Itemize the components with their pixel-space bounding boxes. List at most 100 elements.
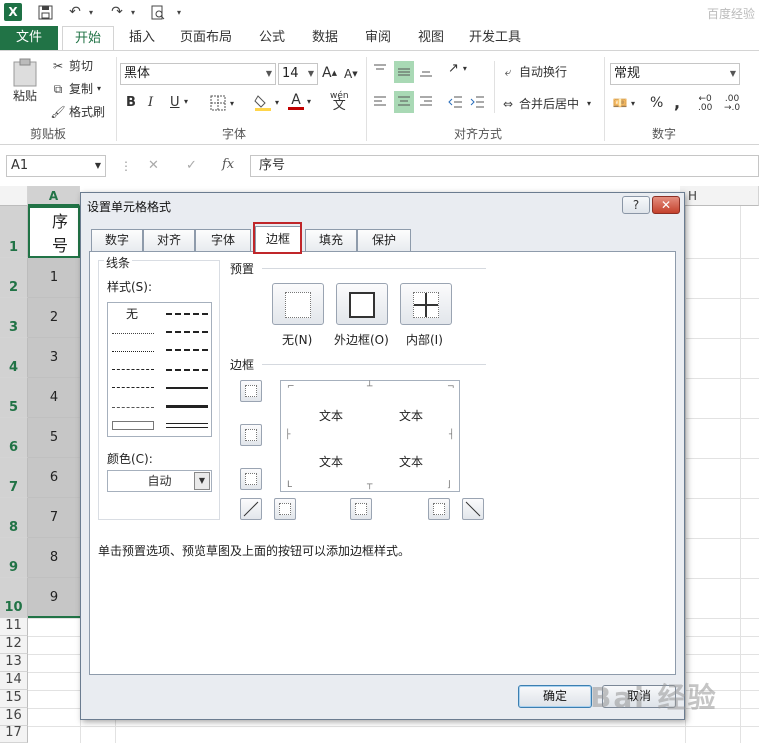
align-top-button[interactable] bbox=[372, 61, 390, 79]
cell-a1[interactable]: 序号 bbox=[28, 206, 80, 258]
underline-button[interactable]: U bbox=[170, 95, 180, 110]
row-header[interactable]: 5 bbox=[0, 378, 28, 418]
fill-color-button[interactable]: ▾ bbox=[254, 93, 279, 111]
customize-qat-icon[interactable]: ▾ bbox=[174, 3, 184, 21]
font-color-dropdown-icon[interactable]: ▾ bbox=[307, 97, 311, 106]
close-button[interactable]: ✕ bbox=[652, 196, 680, 214]
row-header[interactable]: 17 bbox=[0, 725, 28, 743]
align-bottom-button[interactable] bbox=[418, 61, 436, 79]
row-header[interactable]: 8 bbox=[0, 498, 28, 538]
redo-icon[interactable]: ↷ bbox=[108, 3, 126, 21]
tab-fill[interactable]: 填充 bbox=[305, 229, 357, 251]
tab-home[interactable]: 开始 bbox=[62, 26, 114, 50]
merge-center-button[interactable]: ⇔ 合并后居中 ▾ bbox=[500, 95, 591, 112]
row-header[interactable]: 10 bbox=[0, 578, 28, 618]
table-cell[interactable]: 4 bbox=[28, 378, 80, 418]
line-style-selected[interactable] bbox=[112, 421, 154, 430]
number-format-select[interactable]: 常规 ▼ bbox=[610, 63, 740, 85]
redo-dropdown-icon[interactable]: ▾ bbox=[128, 3, 138, 21]
tab-developer[interactable]: 开发工具 bbox=[466, 26, 524, 50]
undo-icon[interactable]: ↶ bbox=[66, 3, 84, 21]
border-middle-horizontal-button[interactable] bbox=[240, 424, 262, 446]
decrease-indent-button[interactable] bbox=[448, 93, 466, 111]
tab-font[interactable]: 字体 bbox=[195, 229, 251, 251]
table-cell[interactable]: 6 bbox=[28, 458, 80, 498]
align-left-button[interactable] bbox=[372, 93, 390, 111]
line-style-list[interactable]: 无 bbox=[107, 302, 212, 437]
cut-button[interactable]: ✂ 剪切 bbox=[50, 57, 93, 74]
tab-review[interactable]: 审阅 bbox=[358, 26, 398, 50]
tab-insert[interactable]: 插入 bbox=[122, 26, 162, 50]
increase-decimal-button[interactable]: ←0.00 bbox=[698, 95, 712, 113]
tab-formulas[interactable]: 公式 bbox=[252, 26, 292, 50]
row-header[interactable]: 7 bbox=[0, 458, 28, 498]
row-header[interactable]: 14 bbox=[0, 672, 28, 690]
tab-alignment[interactable]: 对齐 bbox=[143, 229, 195, 251]
increase-indent-button[interactable] bbox=[470, 93, 488, 111]
tab-protection[interactable]: 保护 bbox=[357, 229, 411, 251]
border-diagonal-down-button[interactable] bbox=[462, 498, 484, 520]
line-style-option[interactable] bbox=[112, 351, 154, 352]
wrap-text-button[interactable]: ⤶ 自动换行 bbox=[500, 63, 567, 80]
border-preview[interactable]: ⌐ ┴ ¬ ├ ┤ L ┬ ⌋ 文本 文本 文本 文本 bbox=[280, 380, 460, 492]
row-header[interactable]: 16 bbox=[0, 708, 28, 726]
insert-function-icon[interactable]: fx bbox=[222, 157, 234, 172]
row-header[interactable]: 9 bbox=[0, 538, 28, 578]
table-cell[interactable]: 5 bbox=[28, 418, 80, 458]
paste-button[interactable]: 粘贴 bbox=[8, 57, 42, 117]
tab-page-layout[interactable]: 页面布局 bbox=[176, 26, 236, 50]
border-left-button[interactable] bbox=[274, 498, 296, 520]
border-bottom-button[interactable] bbox=[240, 468, 262, 490]
align-center-button[interactable] bbox=[394, 91, 414, 113]
table-cell[interactable]: 1 bbox=[28, 258, 80, 298]
table-cell[interactable]: 8 bbox=[28, 538, 80, 578]
border-right-button[interactable] bbox=[428, 498, 450, 520]
underline-dropdown-icon[interactable]: ▾ bbox=[184, 97, 188, 106]
row-header[interactable]: 12 bbox=[0, 636, 28, 654]
preset-outline-button[interactable] bbox=[336, 283, 388, 325]
line-style-option[interactable] bbox=[166, 387, 208, 389]
line-style-option[interactable] bbox=[166, 349, 208, 351]
table-cell[interactable]: 2 bbox=[28, 298, 80, 338]
phonetic-button[interactable]: wén 文 bbox=[330, 91, 349, 112]
print-preview-icon[interactable] bbox=[148, 3, 166, 21]
tab-number[interactable]: 数字 bbox=[91, 229, 143, 251]
comma-style-button[interactable]: , bbox=[674, 93, 680, 112]
line-style-none[interactable]: 无 bbox=[126, 305, 138, 322]
line-style-option[interactable] bbox=[112, 387, 154, 388]
line-style-option[interactable] bbox=[166, 405, 208, 408]
row-header[interactable]: 13 bbox=[0, 654, 28, 672]
format-painter-button[interactable]: 🖌 格式刷 bbox=[50, 103, 105, 120]
bold-button[interactable]: B bbox=[126, 95, 136, 110]
line-style-option[interactable] bbox=[112, 369, 154, 370]
row-header[interactable]: 3 bbox=[0, 298, 28, 338]
border-top-button[interactable] bbox=[240, 380, 262, 402]
line-color-select[interactable]: 自动 ▼ bbox=[107, 470, 212, 492]
line-style-option[interactable] bbox=[166, 331, 208, 333]
borders-button[interactable]: ▾ bbox=[210, 95, 234, 111]
tab-data[interactable]: 数据 bbox=[305, 26, 345, 50]
tab-file[interactable]: 文件 bbox=[0, 26, 58, 50]
column-header-a[interactable]: A bbox=[28, 186, 80, 206]
italic-button[interactable]: I bbox=[148, 95, 153, 110]
ok-button[interactable]: 确定 bbox=[518, 685, 592, 708]
line-style-option[interactable] bbox=[166, 369, 208, 371]
tab-view[interactable]: 视图 bbox=[411, 26, 451, 50]
border-middle-vertical-button[interactable] bbox=[350, 498, 372, 520]
align-middle-button[interactable] bbox=[394, 61, 414, 83]
save-icon[interactable] bbox=[36, 3, 54, 21]
undo-dropdown-icon[interactable]: ▾ bbox=[86, 3, 96, 21]
font-name-select[interactable]: 黑体 ▼ bbox=[120, 63, 276, 85]
row-header[interactable]: 15 bbox=[0, 690, 28, 708]
table-cell[interactable]: 7 bbox=[28, 498, 80, 538]
name-box[interactable]: A1 ▼ bbox=[6, 155, 106, 177]
select-all-corner[interactable] bbox=[0, 186, 28, 206]
row-header[interactable]: 2 bbox=[0, 258, 28, 298]
preset-inside-button[interactable] bbox=[400, 283, 452, 325]
row-header[interactable]: 11 bbox=[0, 618, 28, 636]
grow-font-button[interactable]: A ▲ bbox=[322, 65, 337, 81]
cancel-entry-icon[interactable]: ✕ bbox=[148, 158, 159, 173]
percent-button[interactable]: % bbox=[650, 95, 663, 111]
line-style-option[interactable] bbox=[166, 423, 208, 428]
row-header[interactable]: 4 bbox=[0, 338, 28, 378]
